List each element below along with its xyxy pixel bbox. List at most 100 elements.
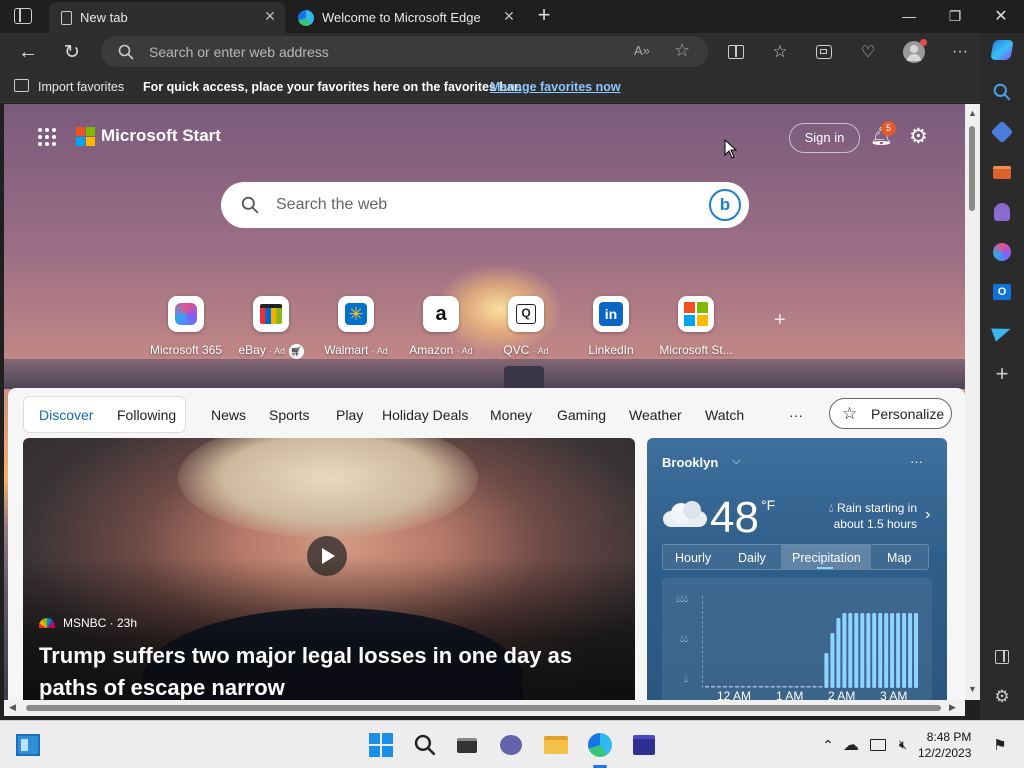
vertical-scroll-thumb[interactable] <box>969 126 975 211</box>
news-card[interactable]: MSNBC · 23h Trump suffers two major lega… <box>23 438 635 700</box>
hide-sidebar-icon[interactable] <box>990 645 1014 669</box>
play-video-icon[interactable] <box>307 536 347 576</box>
edge-taskbar-icon[interactable] <box>586 731 614 759</box>
page-settings-gear-icon[interactable]: ⚙ <box>909 124 928 149</box>
restore-button[interactable]: ❐ <box>932 0 978 32</box>
onedrive-cloud-icon[interactable]: ☁ <box>837 731 865 759</box>
chevron-right-icon[interactable]: › <box>925 506 930 524</box>
favorite-star-icon[interactable]: ☆ <box>674 40 690 61</box>
quick-link-amazon[interactable]: a Amazon · Ad <box>401 296 481 357</box>
notification-center-icon[interactable]: ⚑ <box>986 731 1014 759</box>
settings-more-icon[interactable]: ··· <box>946 38 974 66</box>
tab-weather[interactable]: Weather <box>629 407 682 423</box>
quick-link-microsoft-store[interactable]: Microsoft St... <box>656 296 736 357</box>
add-quick-link-icon[interactable]: + <box>774 309 786 332</box>
outlook-icon[interactable]: O <box>990 280 1014 304</box>
tab-play[interactable]: Play <box>336 407 363 423</box>
tab-following[interactable]: Following <box>117 407 176 423</box>
more-pivots-icon[interactable]: ··· <box>789 407 803 423</box>
web-search-box[interactable]: Search the web b <box>221 182 749 228</box>
address-placeholder: Search or enter web address <box>149 44 329 60</box>
tab-watch[interactable]: Watch <box>705 407 744 423</box>
close-window-button[interactable]: ✕ <box>978 0 1024 32</box>
weather-tab-daily[interactable]: Daily <box>738 551 766 565</box>
browser-essentials-icon[interactable]: ♡ <box>854 38 882 66</box>
precip-bar <box>878 613 883 688</box>
profile-avatar[interactable] <box>900 38 928 66</box>
task-view-icon[interactable] <box>453 731 481 759</box>
quick-link-qvc[interactable]: Q QVC · Ad <box>486 296 566 357</box>
scroll-right-arrow-icon[interactable]: ▶ <box>949 702 956 713</box>
microsoft-365-icon[interactable] <box>990 240 1014 264</box>
tab-welcome-edge[interactable]: Welcome to Microsoft Edge ✕ <box>288 2 524 33</box>
favorites-icon[interactable]: ☆ <box>766 38 794 66</box>
tab-news[interactable]: News <box>211 407 246 423</box>
file-explorer-icon[interactable] <box>542 731 570 759</box>
widgets-icon[interactable] <box>14 731 42 759</box>
quick-link-ebay[interactable]: eBay · Ad 🛒︎ <box>231 296 311 359</box>
address-bar[interactable]: Search or enter web address A» ☆ <box>101 36 708 67</box>
weather-more-icon[interactable]: ··· <box>910 454 923 469</box>
horizontal-scroll-thumb[interactable] <box>26 705 941 711</box>
display-icon[interactable] <box>864 731 892 759</box>
teams-chat-icon[interactable] <box>497 731 525 759</box>
tab-sports[interactable]: Sports <box>269 407 309 423</box>
tab-money[interactable]: Money <box>490 407 532 423</box>
read-aloud-icon[interactable]: A» <box>634 43 650 58</box>
microsoft-store-taskbar-icon[interactable] <box>630 731 658 759</box>
shopping-cart-icon[interactable]: 🛒︎ <box>288 344 304 359</box>
new-tab-button[interactable]: + <box>534 4 554 26</box>
add-sidebar-app-icon[interactable]: + <box>990 361 1014 386</box>
quick-link-linkedin[interactable]: in LinkedIn <box>571 296 651 357</box>
weather-tab-precipitation[interactable]: Precipitation <box>792 551 861 565</box>
split-screen-icon[interactable] <box>722 38 750 66</box>
minimize-button[interactable]: — <box>886 0 932 32</box>
tab-holiday-deals[interactable]: Holiday Deals <box>382 407 468 423</box>
manage-favorites-link[interactable]: Manage favorites now <box>490 80 621 94</box>
precip-bar-empty <box>722 686 727 688</box>
scroll-up-arrow-icon[interactable]: ▲ <box>968 108 977 118</box>
weather-tab-map[interactable]: Map <box>887 551 911 565</box>
start-windows-icon[interactable] <box>367 731 395 759</box>
tools-briefcase-icon[interactable] <box>990 160 1014 184</box>
weather-tab-hourly[interactable]: Hourly <box>675 551 711 565</box>
microsoft-365-icon <box>175 303 197 325</box>
sign-in-button[interactable]: Sign in <box>789 123 860 153</box>
shopping-tag-icon[interactable] <box>990 120 1014 144</box>
collections-icon[interactable] <box>810 38 838 66</box>
scroll-down-arrow-icon[interactable]: ▼ <box>968 684 977 694</box>
volume-muted-icon[interactable]: 🔇︎ <box>889 731 917 759</box>
drop-send-icon[interactable] <box>990 320 1014 344</box>
clock-date: 12/2/2023 <box>918 746 972 760</box>
quick-link-walmart[interactable]: ✳ Walmart · Ad <box>316 296 396 357</box>
system-clock[interactable]: 8:48 PM 12/2/2023 <box>918 729 971 761</box>
tab-gaming[interactable]: Gaming <box>557 407 606 423</box>
bing-chat-icon[interactable]: b <box>709 189 741 221</box>
search-icon[interactable] <box>990 80 1014 104</box>
personalize-button[interactable]: ☆ Personalize <box>829 398 952 429</box>
microsoft-start-brand[interactable]: Microsoft Start <box>76 126 221 146</box>
weather-forecast-summary[interactable]: 💧︎ Rain starting in about 1.5 hours <box>797 500 917 532</box>
close-tab-icon[interactable]: ✕ <box>263 9 277 23</box>
weather-city[interactable]: Brooklyn <box>662 455 718 470</box>
quick-link-microsoft-365[interactable]: Microsoft 365 <box>146 296 226 357</box>
sidebar-settings-icon[interactable]: ⚙ <box>990 685 1014 709</box>
precip-bar <box>848 613 853 688</box>
tab-discover[interactable]: Discover <box>39 407 93 423</box>
import-favorites-button[interactable]: Import favorites <box>38 80 124 94</box>
scroll-left-arrow-icon[interactable]: ◀ <box>9 702 16 713</box>
chevron-down-icon[interactable]: ⌵ <box>732 455 740 468</box>
refresh-button[interactable]: ↻ <box>58 38 86 66</box>
vertical-scrollbar[interactable]: ▲ ▼ <box>965 104 980 700</box>
close-tab-icon[interactable]: ✕ <box>502 9 516 23</box>
weather-card[interactable]: Brooklyn ⌵ ··· 48 °F 💧︎ Rain starting in… <box>647 438 947 700</box>
tab-new-tab[interactable]: New tab ✕ <box>49 2 285 33</box>
news-headline[interactable]: Trump suffers two major legal losses in … <box>39 640 619 700</box>
apps-launcher-icon[interactable] <box>38 128 58 148</box>
games-icon[interactable] <box>990 200 1014 224</box>
taskbar-search-icon[interactable] <box>411 731 439 759</box>
copilot-icon[interactable] <box>990 38 1014 62</box>
horizontal-scrollbar[interactable]: ◀ ▶ <box>4 700 965 716</box>
tab-actions-icon[interactable] <box>14 8 32 24</box>
back-button[interactable]: ← <box>14 38 42 66</box>
